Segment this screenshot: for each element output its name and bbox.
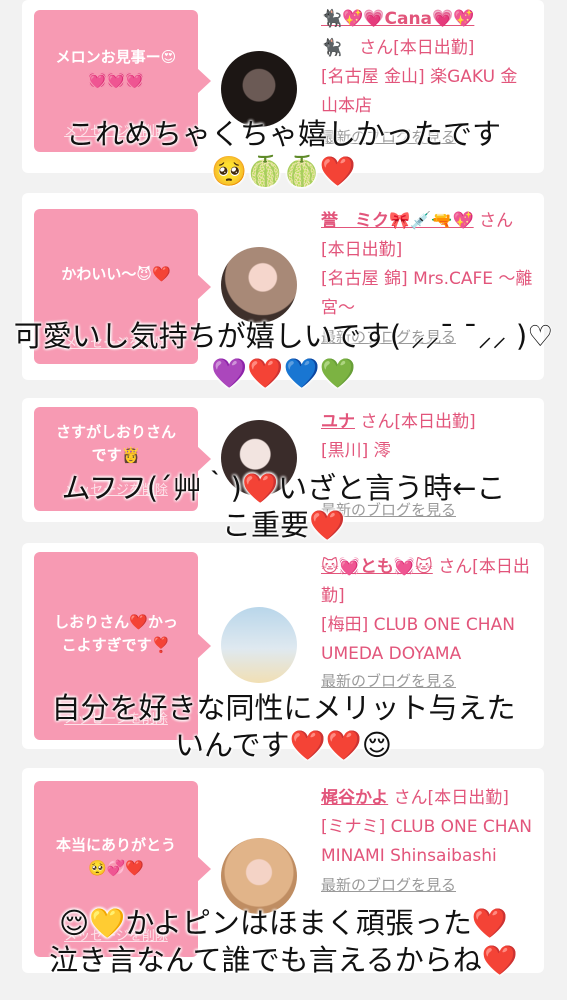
shop-label: [名古屋 錦] Mrs.CAFE ～離宮～ [321, 269, 533, 318]
caption-text: ムフフ(´艸｀)❤️いざと言う時←こ こ重要❤️ [61, 471, 506, 542]
shop-label: [名古屋 金山] 楽GAKU 金山本店 [321, 67, 518, 116]
profile-name-link[interactable]: 梶谷かよ [321, 788, 388, 808]
name-suffix: さん[本日出勤] [360, 412, 476, 432]
shop-label: [黒川] 澪 [321, 441, 391, 461]
avatar[interactable] [221, 838, 297, 914]
message-text: かわいい〜😈❤️ [61, 264, 171, 283]
caption-text: 😌💛かよピンはほまく頑張った❤️ 泣き言なんて誰でも言えるからね❤️ [49, 906, 518, 977]
message-list: メロンお見事ー😍 💓💓💓 メッセージを削除 🐈‍⬛💖💗Cana💗💖 🐈‍⬛ さん… [0, 0, 567, 1000]
caption-text: これめちゃくちゃ嬉しかったです 🥺🍈🍈❤️ [65, 117, 501, 188]
latest-blog-link[interactable]: 最新のブログを見る [321, 871, 533, 900]
profile-name-link[interactable]: 誉 ミク🎀💉🔫💖 [321, 211, 474, 231]
message-text: さすがしおりさん です👸 [55, 422, 176, 464]
profile-name-link[interactable]: 🐱💓とも💓🐱 [321, 557, 433, 577]
name-suffix: 🐈‍⬛ さん[本日出勤] [321, 38, 475, 58]
message-text: 本当にありがとう 🥺💞❤️ [55, 835, 176, 877]
avatar[interactable] [221, 247, 297, 323]
profile-info: 梶谷かよ さん[本日出勤] [ミナミ] CLUB ONE CHAN MINAMI… [321, 784, 533, 900]
shop-label: [梅田] CLUB ONE CHAN UMEDA DOYAMA [321, 615, 515, 664]
message-text: しおりさん❤️かっ こよすぎです❣️ [54, 612, 178, 654]
profile-info: 🐱💓とも💓🐱 さん[本日出勤] [梅田] CLUB ONE CHAN UMEDA… [321, 553, 533, 696]
profile-name-link[interactable]: 🐈‍⬛💖💗Cana💗💖 [321, 9, 474, 29]
message-text: メロンお見事ー😍 💓💓💓 [55, 47, 177, 89]
caption-text: 可愛いし気持ちが嬉しいです( ⸝⸝¯ ¯⸝⸝ )♡💜❤️💙💚 [13, 319, 554, 390]
shop-label: [ミナミ] CLUB ONE CHAN MINAMI Shinsaibashi [321, 817, 532, 866]
avatar[interactable] [221, 607, 297, 683]
caption-text: 自分を好きな同性にメリット与えた いんです❤️❤️😌 [51, 691, 516, 762]
name-suffix: さん[本日出勤] [393, 788, 509, 808]
profile-name-link[interactable]: ユナ [321, 412, 355, 432]
